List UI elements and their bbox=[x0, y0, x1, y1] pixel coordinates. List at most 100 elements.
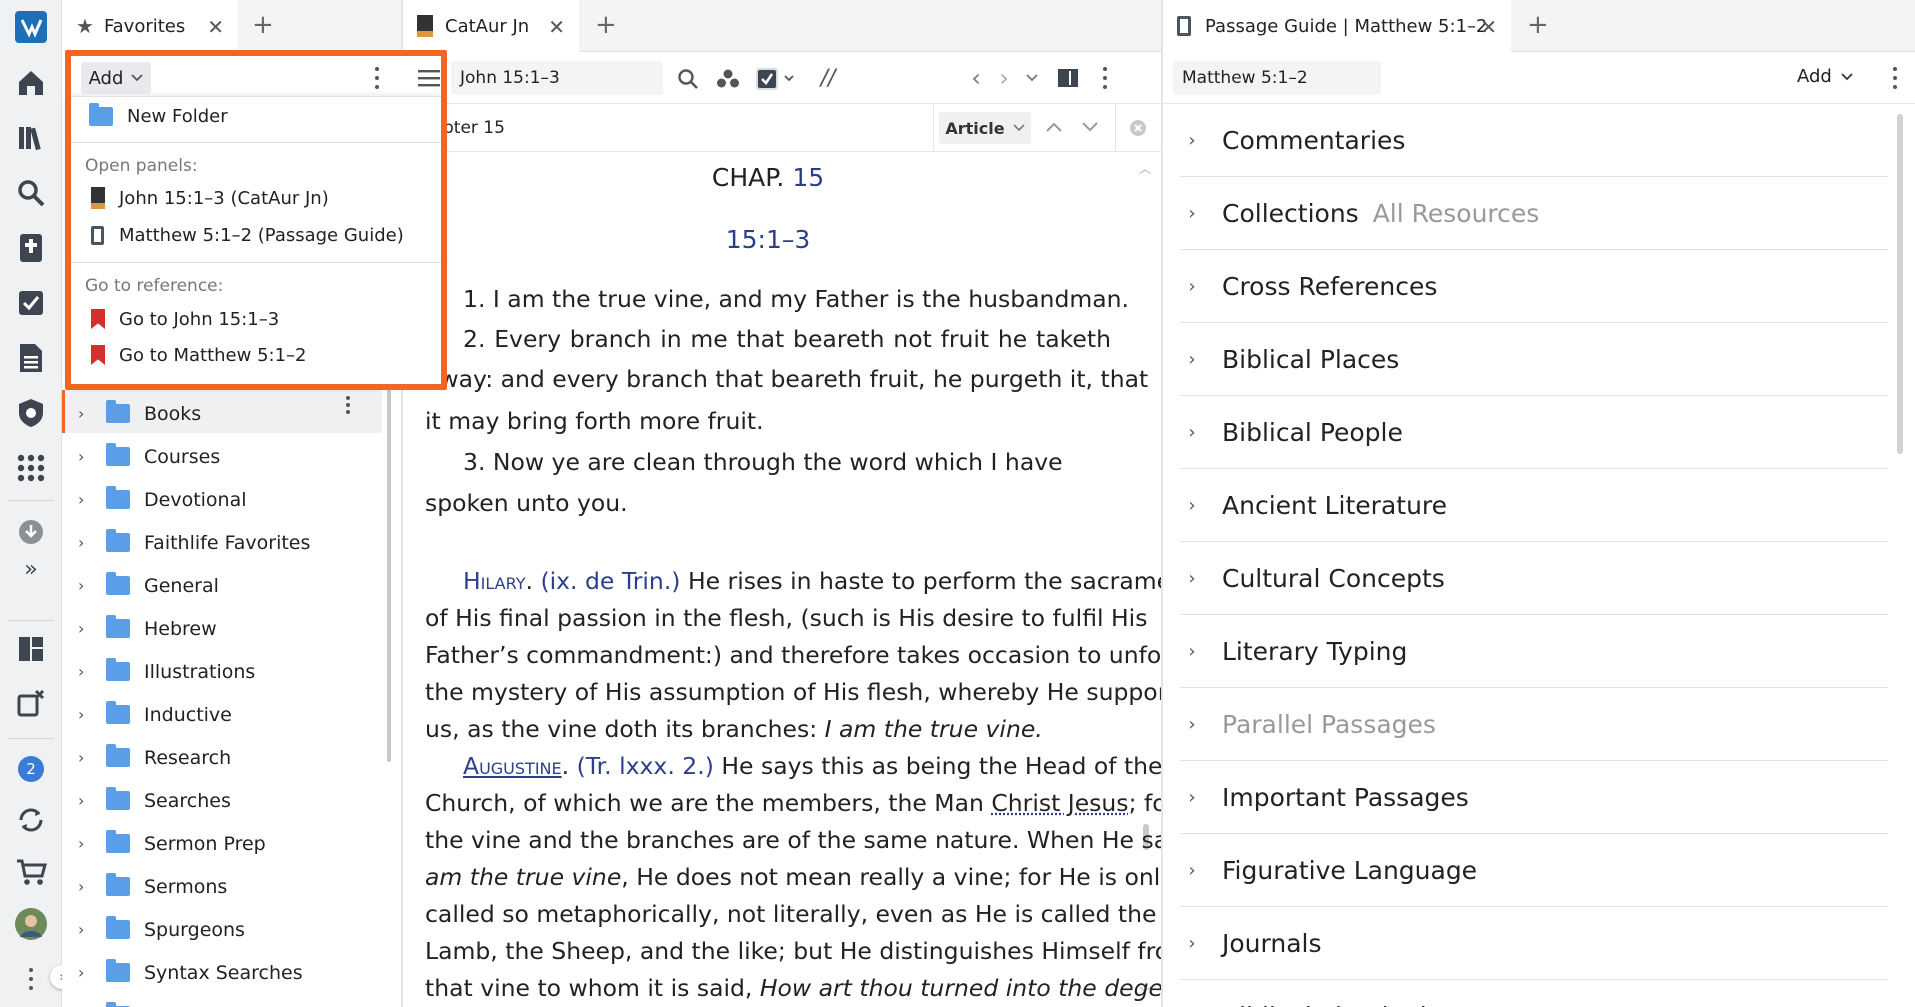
close-icon[interactable]: ✕ bbox=[1480, 15, 1497, 39]
new-folder-menu-item[interactable]: New Folder bbox=[69, 99, 441, 133]
folder-row[interactable]: › Sermons bbox=[62, 865, 402, 908]
visual-filter-icon[interactable] bbox=[755, 64, 799, 92]
chevron-right-icon[interactable]: › bbox=[78, 920, 96, 939]
folder-row[interactable]: ›Test bbox=[62, 994, 402, 1007]
download-icon[interactable] bbox=[14, 515, 48, 549]
guide-section[interactable]: › Journals bbox=[1180, 907, 1888, 980]
guide-reference-input[interactable]: Matthew 5:1–2 bbox=[1173, 61, 1381, 95]
guide-section[interactable]: › Literary Typing bbox=[1180, 615, 1888, 688]
logos-logo-icon[interactable] bbox=[14, 10, 48, 44]
chevron-right-icon[interactable]: › bbox=[78, 791, 96, 810]
sync-icon[interactable] bbox=[14, 803, 48, 837]
search-icon[interactable] bbox=[675, 66, 701, 92]
panel-menu-icon[interactable] bbox=[417, 66, 441, 90]
guide-section[interactable]: › Ancient Literature bbox=[1180, 469, 1888, 542]
split-view-icon[interactable] bbox=[1055, 66, 1081, 90]
history-chevron-down-icon[interactable] bbox=[1023, 68, 1041, 88]
chevron-right-icon[interactable]: › bbox=[78, 662, 96, 681]
chapter-number-link[interactable]: 15 bbox=[792, 163, 824, 192]
go-to-reference-item[interactable]: Go to John 15:1–3 bbox=[69, 302, 441, 336]
chevron-right-icon[interactable]: › bbox=[78, 576, 96, 595]
tab-passage-guide[interactable]: Passage Guide | Matthew 5:1–2 ✕ bbox=[1163, 0, 1511, 52]
scrollbar[interactable] bbox=[387, 382, 391, 762]
next-match-icon[interactable] bbox=[1079, 116, 1101, 138]
open-panel-item[interactable]: John 15:1–3 (CatAur Jn) bbox=[69, 181, 441, 215]
chevron-right-icon[interactable]: › bbox=[1180, 933, 1204, 954]
folder-row[interactable]: › Research bbox=[62, 736, 402, 779]
folder-row[interactable]: › Faithlife Favorites bbox=[62, 521, 402, 564]
more-icon[interactable] bbox=[1095, 66, 1115, 90]
folder-row[interactable]: › Sermon Prep bbox=[62, 822, 402, 865]
chevron-right-icon[interactable]: › bbox=[1180, 568, 1204, 589]
close-icon[interactable]: ✕ bbox=[207, 15, 224, 39]
chevron-right-icon[interactable]: › bbox=[1180, 130, 1204, 151]
clippings-icon[interactable] bbox=[14, 686, 48, 720]
chevron-right-icon[interactable]: › bbox=[78, 490, 96, 509]
back-icon[interactable]: ‹ bbox=[965, 65, 987, 91]
folder-row[interactable]: › Illustrations bbox=[62, 650, 402, 693]
source-link[interactable]: (Tr. lxxx. 2.) bbox=[577, 752, 714, 780]
guide-section[interactable]: › Biblical Places bbox=[1180, 323, 1888, 396]
parallel-icon[interactable]: // bbox=[815, 65, 841, 91]
add-button[interactable]: Add bbox=[81, 62, 151, 94]
shield-icon[interactable] bbox=[14, 396, 48, 430]
add-tab-icon[interactable]: + bbox=[1527, 12, 1549, 38]
apps-grid-icon[interactable] bbox=[14, 451, 48, 485]
close-icon[interactable]: ✕ bbox=[548, 15, 565, 39]
prev-match-icon[interactable] bbox=[1043, 116, 1065, 138]
reference-input[interactable]: John 15:1–3 bbox=[451, 61, 663, 95]
guide-section[interactable]: › Biblical People bbox=[1180, 396, 1888, 469]
chevron-right-icon[interactable]: › bbox=[1180, 422, 1204, 443]
chevron-right-icon[interactable]: › bbox=[1180, 495, 1204, 516]
chevron-right-icon[interactable]: › bbox=[1180, 860, 1204, 881]
view-mode-select[interactable]: Article bbox=[939, 112, 1031, 144]
chevron-right-icon[interactable]: › bbox=[78, 447, 96, 466]
chevron-right-icon[interactable]: › bbox=[1180, 203, 1204, 224]
author-link[interactable]: Augustine bbox=[463, 752, 562, 780]
tab-favorites[interactable]: ★ Favorites ✕ bbox=[62, 0, 238, 52]
guide-section[interactable]: › Commentaries bbox=[1180, 104, 1888, 177]
guide-scrollbar[interactable] bbox=[1897, 114, 1903, 454]
library-icon[interactable] bbox=[14, 121, 48, 155]
add-tab-icon[interactable]: + bbox=[252, 12, 274, 38]
row-more-icon[interactable] bbox=[346, 396, 350, 414]
chevron-right-icon[interactable]: › bbox=[78, 834, 96, 853]
folder-row[interactable]: › Courses bbox=[62, 435, 402, 478]
folder-row[interactable]: › Inductive bbox=[62, 693, 402, 736]
folder-row[interactable]: › Books bbox=[62, 392, 402, 435]
cart-icon[interactable] bbox=[14, 855, 48, 889]
open-panel-item[interactable]: Matthew 5:1–2 (Passage Guide) bbox=[69, 218, 441, 252]
tab-reader[interactable]: CatAur Jn ✕ bbox=[403, 0, 579, 52]
close-subbar-icon[interactable] bbox=[1127, 117, 1149, 139]
bible-icon[interactable] bbox=[14, 231, 48, 265]
add-tab-icon[interactable]: + bbox=[595, 12, 617, 38]
document-icon[interactable] bbox=[14, 341, 48, 375]
people-icon[interactable] bbox=[715, 66, 741, 92]
folder-row[interactable]: › Spurgeons bbox=[62, 908, 402, 951]
more-icon[interactable] bbox=[14, 962, 48, 996]
guide-section[interactable]: › Collections All Resources bbox=[1180, 177, 1888, 250]
guide-section[interactable]: ›Biblical Theologies bbox=[1180, 980, 1888, 1007]
guide-section[interactable]: › Cultural Concepts bbox=[1180, 542, 1888, 615]
passage-reference[interactable]: 15:1–3 bbox=[425, 225, 1111, 254]
tasks-icon[interactable] bbox=[14, 286, 48, 320]
layouts-icon[interactable] bbox=[14, 632, 48, 666]
chevron-right-icon[interactable]: › bbox=[78, 619, 96, 638]
chevron-right-icon[interactable]: › bbox=[78, 963, 96, 982]
folder-row[interactable]: › Devotional bbox=[62, 478, 402, 521]
add-button[interactable]: Add bbox=[1797, 66, 1853, 87]
chevron-right-icon[interactable]: › bbox=[1180, 276, 1204, 297]
folder-row[interactable]: › Hebrew bbox=[62, 607, 402, 650]
chevron-right-icon[interactable]: › bbox=[1180, 641, 1204, 662]
source-link[interactable]: (ix. de Trin.) bbox=[540, 567, 680, 595]
search-icon[interactable] bbox=[14, 176, 48, 210]
forward-icon[interactable]: › bbox=[993, 65, 1015, 91]
chevron-right-icon[interactable]: › bbox=[1180, 349, 1204, 370]
folder-row[interactable]: › General bbox=[62, 564, 402, 607]
folder-row[interactable]: › Syntax Searches bbox=[62, 951, 402, 994]
guide-section[interactable]: › Figurative Language bbox=[1180, 834, 1888, 907]
author-link[interactable]: Hilary bbox=[463, 567, 525, 595]
avatar[interactable] bbox=[14, 907, 48, 941]
chevron-right-icon[interactable]: › bbox=[78, 705, 96, 724]
folder-row[interactable]: › Searches bbox=[62, 779, 402, 822]
